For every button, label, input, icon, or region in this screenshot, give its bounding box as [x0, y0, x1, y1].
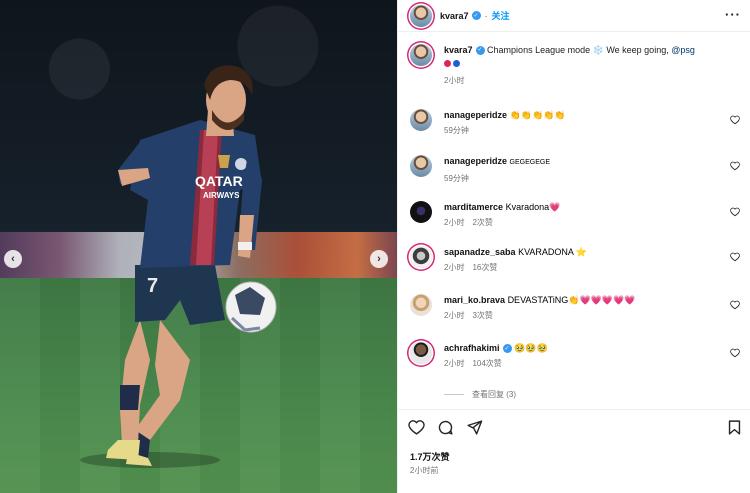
- like-comment-heart-icon[interactable]: [730, 252, 740, 262]
- blue-circle-emoji-icon: [453, 60, 460, 68]
- commenter-avatar[interactable]: [410, 246, 432, 268]
- caption-text: Champions League mode ❄️ We keep going,: [487, 45, 672, 55]
- like-count[interactable]: 1.7万次赞: [410, 450, 450, 463]
- comment-username[interactable]: mari_ko.brava: [444, 295, 505, 305]
- caption-time: 2小时: [444, 76, 465, 85]
- comment-text: Kvaradona💗: [505, 202, 561, 212]
- view-replies-label: 查看回复 (3): [472, 390, 516, 399]
- caption-mention-link[interactable]: @psg: [671, 45, 695, 55]
- comment-time: 2小时: [444, 263, 465, 272]
- comment-username[interactable]: achrafhakimi: [444, 343, 500, 353]
- author-avatar[interactable]: [410, 4, 432, 27]
- next-image-button[interactable]: ›: [370, 250, 388, 268]
- post-photo[interactable]: 7 QATAR AIRWAYS ‹ ›: [0, 0, 397, 493]
- comment-time: 2小时: [444, 359, 465, 368]
- comment-item: sapanadze_saba KVARADONA ⭐ 2小时 16次赞: [410, 246, 740, 274]
- comment-item: mari_ko.brava DEVASTATiNG👏💗💗💗💗💗 2小时 3次赞: [410, 294, 740, 322]
- verified-badge-icon: ✓: [502, 344, 512, 354]
- comment-username[interactable]: nanageperidze: [444, 156, 507, 166]
- dot-separator: ·: [484, 10, 488, 21]
- comment-time: 2小时: [444, 218, 465, 227]
- sponsor-line1: QATAR: [195, 173, 243, 189]
- chevron-right-icon: ›: [377, 253, 381, 265]
- comment-text: 👏👏👏👏👏: [509, 110, 566, 120]
- verified-badge-icon: ✓: [471, 11, 481, 20]
- previous-image-button[interactable]: ‹: [4, 250, 22, 268]
- follow-button[interactable]: 关注: [492, 9, 510, 22]
- like-comment-heart-icon[interactable]: [730, 161, 740, 171]
- comment-item: nanageperidze GEGEGEGE 59分钟: [410, 155, 740, 185]
- commenter-avatar[interactable]: [410, 201, 432, 223]
- post-header: kvara7 ✓ · 关注 ···: [398, 0, 750, 32]
- sponsor-line2: AIRWAYS: [203, 191, 240, 200]
- post-timestamp: 2小时前: [410, 466, 439, 475]
- comment-item: achrafhakimi ✓ 🥹🥹🥹 2小时 104次赞: [410, 342, 740, 370]
- like-comment-heart-icon[interactable]: [730, 300, 740, 310]
- post-actions: 1.7万次赞 2小时前: [398, 409, 750, 493]
- comment-item: marditamerce Kvaradona💗 2小时 2次赞: [410, 201, 740, 229]
- like-comment-heart-icon[interactable]: [730, 115, 740, 125]
- comment-text: 🥹🥹🥹: [514, 343, 548, 353]
- commenter-avatar[interactable]: [410, 155, 432, 177]
- comment-icon[interactable]: [437, 419, 454, 436]
- comment-likes[interactable]: 2次赞: [472, 218, 492, 227]
- author-username[interactable]: kvara7: [440, 11, 469, 21]
- commenter-avatar[interactable]: [410, 294, 432, 316]
- like-comment-heart-icon[interactable]: [730, 348, 740, 358]
- commenter-avatar[interactable]: [410, 109, 432, 131]
- caption-avatar[interactable]: [410, 44, 432, 66]
- comment-likes[interactable]: 16次赞: [472, 263, 497, 272]
- comment-text: DEVASTATiNG👏💗💗💗💗💗: [507, 295, 636, 305]
- share-icon[interactable]: [466, 419, 483, 436]
- replies-divider-line: [444, 394, 464, 395]
- comment-time: 59分钟: [444, 126, 469, 135]
- comment-item: nanageperidze 👏👏👏👏👏 59分钟: [410, 109, 740, 137]
- comment-likes[interactable]: 104次赞: [472, 359, 501, 368]
- heart-icon[interactable]: [408, 419, 425, 436]
- comment-time: 59分钟: [444, 174, 469, 183]
- comment-time: 2小时: [444, 311, 465, 320]
- comment-username[interactable]: marditamerce: [444, 202, 503, 212]
- shorts-number: 7: [147, 275, 158, 297]
- comment-username[interactable]: nanageperidze: [444, 110, 507, 120]
- comment-likes[interactable]: 3次赞: [472, 311, 492, 320]
- post-detail-panel: kvara7 ✓ · 关注 ··· kvara7 ✓ Champions Leag…: [397, 0, 750, 493]
- commenter-avatar[interactable]: [410, 342, 432, 364]
- comment-username[interactable]: sapanadze_saba: [444, 247, 516, 257]
- more-options-icon[interactable]: ···: [725, 7, 741, 22]
- post-caption: kvara7 ✓ Champions League mode ❄️ We keep…: [410, 44, 740, 87]
- view-replies-button[interactable]: 查看回复 (3): [444, 389, 516, 400]
- caption-username[interactable]: kvara7: [444, 45, 473, 55]
- like-comment-heart-icon[interactable]: [730, 207, 740, 217]
- comment-text: GEGEGEGE: [509, 159, 551, 166]
- player-illustration: 7 QATAR AIRWAYS: [80, 65, 277, 468]
- chevron-left-icon: ‹: [11, 253, 15, 265]
- red-circle-emoji-icon: [444, 60, 451, 68]
- verified-badge-icon: ✓: [475, 46, 485, 56]
- comment-text: KVARADONA ⭐: [518, 247, 588, 257]
- bookmark-icon[interactable]: [726, 419, 743, 436]
